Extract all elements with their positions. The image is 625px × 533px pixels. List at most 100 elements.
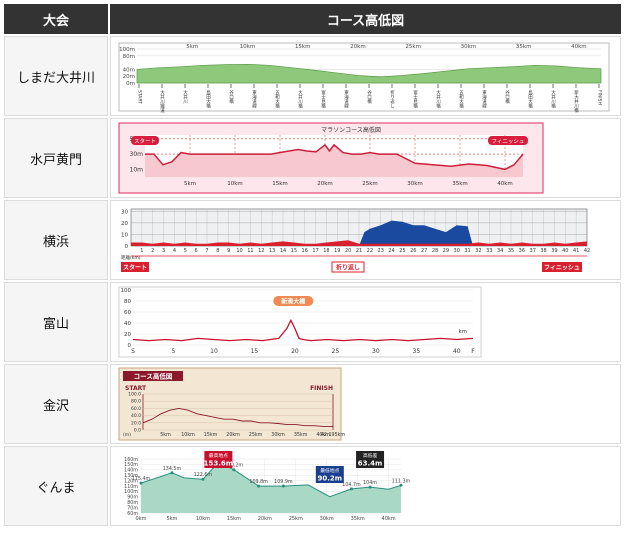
x-tick-label: 35km: [294, 432, 308, 438]
waypoint-label: 五和大橋: [275, 90, 280, 110]
waypoint-label: 東海道線: [482, 89, 487, 109]
x-tick-label: 20km: [350, 44, 366, 50]
waypoint-label: 五和大橋: [459, 90, 464, 110]
yokohama-elevation-chart: 30201001 2 3 4 5 6 7 8 9 10 11 12 13 14 15 16 17 18 19 20 21…: [119, 206, 593, 276]
x-tick-label: 32: [475, 248, 481, 254]
waypoint-label: 104m: [363, 480, 377, 486]
x-tick-label: 40km: [571, 44, 587, 50]
x-tick-label: 35km: [452, 181, 468, 187]
y-tick-label: 10m: [130, 166, 144, 173]
x-tick-label: 10km: [196, 516, 210, 522]
x-tick-label: 25km: [249, 432, 263, 438]
waypoint-label: 大井川橋: [551, 89, 556, 110]
waypoint-label: 109.9m: [274, 479, 293, 485]
x-tick-label: 35km: [351, 516, 365, 522]
start-label: スタート: [123, 264, 147, 272]
x-tick-label: 15km: [295, 44, 311, 50]
x-tick-label: 35km: [516, 44, 532, 50]
x-tick-label: 0km: [136, 516, 147, 522]
y-tick-label: 100m: [119, 47, 135, 53]
x-tick-label: 23: [378, 248, 384, 254]
y-tick-label: 160m: [124, 457, 138, 463]
start-label: スタート: [134, 137, 156, 145]
x-tick-label: 35: [413, 348, 421, 355]
x-tick-label: 15km: [272, 181, 288, 187]
x-tick-label: 5km: [166, 516, 177, 522]
x-tick-label: 5km: [184, 181, 196, 187]
y-tick-label: 20: [124, 332, 131, 338]
x-tick-label: 10: [236, 248, 242, 254]
x-tick-label: 9: [227, 248, 230, 254]
waypoint-label: 新大井川橋: [574, 89, 579, 114]
x-tick-label: 30: [372, 348, 380, 355]
min-value: 90.2m: [318, 475, 343, 483]
waypoint-label: 富士見橋: [321, 89, 326, 110]
y-tick-label: 80.0: [131, 399, 141, 405]
finish-label: フィニッシュ: [544, 265, 580, 272]
x-tick-label: 28: [432, 248, 438, 254]
x-tick-label: 33: [486, 248, 492, 254]
turn-label: 折り返し: [336, 264, 360, 272]
x-tick-label: 30km: [407, 181, 423, 187]
x-tick-label: 20: [345, 248, 351, 254]
y-tick-label: 30: [121, 209, 128, 215]
y-tick-label: 20: [121, 221, 128, 227]
y-unit-label: (m): [123, 432, 131, 438]
x-tick-label: 13: [269, 248, 275, 254]
waypoint-label: 折り返し: [390, 89, 395, 109]
waypoint-label: 109.8m: [249, 479, 268, 485]
x-tick-label: 25km: [362, 181, 378, 187]
diff-label: 高低差: [363, 452, 378, 459]
x-tick-label: 27: [421, 248, 427, 254]
event-name: ぐんま: [4, 446, 108, 526]
x-tick-label: 41: [573, 248, 579, 254]
x-tick-label: 30km: [271, 432, 285, 438]
table-row: しまだ大井川 100m 80m 40m 20m 0m 5km 10km 15km 20km 25k…: [4, 36, 621, 116]
course-chart-cell: コース高低図 START FINISH 100.0 80.0 60.0 40.0 20.0 0.…: [110, 364, 621, 444]
x-tick-label: 6: [195, 248, 198, 254]
x-tick-label: 40: [562, 248, 568, 254]
x-tick-label: 8: [216, 248, 219, 254]
y-tick-label: 60: [124, 310, 131, 316]
course-chart-cell: 160m 150m 140m 130m 120m 110m 100m 90m 80m 70m 60m…: [110, 446, 621, 526]
x-tick-label: 20km: [317, 181, 333, 187]
table-row: 横浜 30 20 10 0 1 2 3 4 5 6 7 8 9 10 11 12 13 14 15 16 17 18 19 2…: [4, 200, 621, 280]
waypoint-label: 富士見橋: [413, 89, 418, 110]
waypoint-label: 東海道線: [252, 89, 257, 109]
course-chart-cell: 30 20 10 0 1 2 3 4 5 6 7 8 9 10 11 12 13 14 15 16 17 18 19 20 21…: [110, 200, 621, 280]
x-tick-label: 18: [323, 248, 329, 254]
kanazawa-elevation-chart: コース高低図 START FINISH 100.080.060.040.020.0 0.…: [118, 367, 345, 441]
max-value: 153.6m: [204, 460, 233, 468]
x-tick-label: 10: [210, 348, 218, 355]
y-tick-label: 60.0: [131, 406, 141, 412]
y-tick-label: 100.0: [128, 392, 141, 398]
course-chart-cell: 100 80 60 40 20 0 S 5 10 15 20 25 30 35 40 Fkm 新湊大橋: [110, 282, 621, 362]
x-tick-label: 15: [291, 248, 297, 254]
x-tick-label: 5km: [160, 432, 171, 438]
diff-value: 63.4m: [358, 460, 383, 468]
y-tick-label: 100m: [124, 489, 138, 495]
x-tick-label: 30km: [320, 516, 334, 522]
x-tick-label: 31: [464, 248, 470, 254]
header-event: 大会: [4, 4, 108, 34]
x-tick-label: 35: [508, 248, 514, 254]
x-tick-label: 15: [251, 348, 259, 355]
y-tick-label: 90m: [127, 495, 138, 501]
x-tick-label: 29: [443, 248, 449, 254]
finish-label: フィニッシュ: [492, 138, 525, 145]
y-tick-label: 40m: [123, 67, 135, 73]
x-tick-label: 10km: [240, 44, 256, 50]
x-tick-label: 2: [151, 248, 154, 254]
y-tick-label: 20m: [123, 74, 135, 80]
y-tick-label: 80m: [123, 54, 135, 60]
x-tick-label: 10km: [181, 432, 195, 438]
waypoint-label: 島田大橋: [206, 89, 211, 110]
table-row: 富山 100 80 60 40 20 0 S 5 10 15 20 25 30 35 40 Fkm 新湊大橋: [4, 282, 621, 362]
x-tick-label: 37: [530, 248, 536, 254]
x-tick-label: 7: [205, 248, 208, 254]
x-tick-label: 25: [332, 348, 340, 355]
waypoint-label: 谷口橋: [229, 89, 234, 105]
toyama-elevation-chart: 100806040200S 5 10 15 20 25 30 35 40 Fkm新湊大橋: [118, 286, 482, 358]
table-row: 金沢 コース高低図 START FINISH 100.0 80.0 60.0 40.0 20.…: [4, 364, 621, 444]
y-tick-label: 20.0: [131, 420, 141, 426]
